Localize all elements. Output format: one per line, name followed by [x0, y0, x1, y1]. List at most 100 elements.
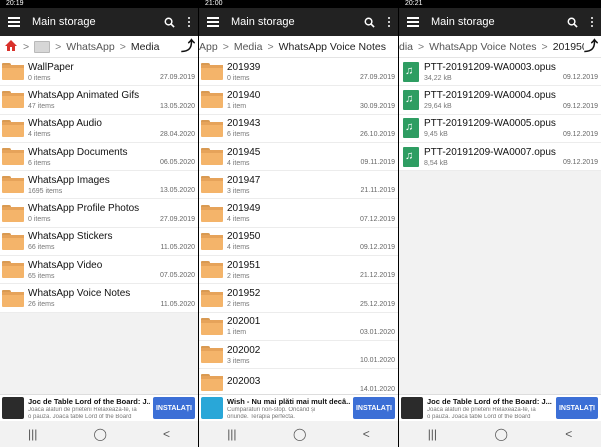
- list-item[interactable]: WhatsApp Video 65 items 07.05.2020: [0, 256, 198, 285]
- file-list: 201939 0 items 27.09.2019 201940 1 item 30.0…: [199, 58, 398, 398]
- item-name: WhatsApp Documents: [28, 146, 128, 158]
- install-button[interactable]: INSTALAȚI: [353, 397, 395, 419]
- toolbar-title: Main storage: [32, 16, 96, 28]
- ad-banner[interactable]: Joc de Table Lord of the Board: J... Joa…: [399, 394, 601, 421]
- breadcrumb-current[interactable]: Media: [131, 41, 160, 53]
- storage-icon[interactable]: [34, 40, 51, 53]
- item-date: 09.12.2019: [562, 130, 598, 138]
- list-item[interactable]: 201940 1 item 30.09.2019: [199, 86, 398, 115]
- breadcrumb-item[interactable]: WhatsApp Voice Notes: [429, 41, 536, 53]
- home-icon[interactable]: [4, 39, 18, 55]
- item-name: 201939: [227, 61, 261, 73]
- folder-icon: [2, 289, 24, 307]
- item-date: 06.05.2020: [159, 159, 195, 167]
- ad-banner[interactable]: Joc de Table Lord of the Board: J... Joa…: [0, 394, 198, 421]
- search-icon[interactable]: [561, 8, 583, 36]
- item-name: WhatsApp Video: [28, 259, 103, 271]
- ad-subtitle: Cumpărături non-stop. Oricând și: [227, 406, 316, 413]
- item-name: 201943: [227, 118, 261, 130]
- status-bar: 21:00: [199, 0, 398, 8]
- status-bar: 20:19: [0, 0, 198, 8]
- item-name: PTT-20191209-WA0003.opus: [424, 61, 556, 73]
- list-item[interactable]: PTT-20191209-WA0003.opus34,22 kB09.12.20…: [399, 58, 601, 87]
- breadcrumb-item[interactable]: App: [199, 41, 218, 53]
- list-item[interactable]: 201947 3 items 21.11.2019: [199, 171, 398, 200]
- back-icon[interactable]: <: [565, 427, 572, 441]
- breadcrumb-current[interactable]: WhatsApp Voice Notes: [279, 41, 386, 53]
- more-vert-icon[interactable]: [583, 8, 601, 36]
- back-icon[interactable]: <: [363, 427, 370, 441]
- back-icon[interactable]: <: [163, 427, 170, 441]
- install-button[interactable]: INSTALAȚI: [153, 397, 195, 419]
- up-arrow-icon[interactable]: ⤴: [584, 39, 598, 55]
- item-date: 09.12.2019: [359, 244, 395, 252]
- status-time: 20:21: [405, 0, 423, 7]
- breadcrumb-item[interactable]: dia: [399, 41, 413, 53]
- menu-icon[interactable]: [0, 8, 28, 36]
- list-item[interactable]: PTT-20191209-WA0004.opus29,64 kB09.12.20…: [399, 86, 601, 115]
- item-name: PTT-20191209-WA0005.opus: [424, 118, 556, 130]
- ad-subtitle: o pauză. Joacă table Lord of the Board: [28, 413, 132, 420]
- list-item[interactable]: WhatsApp Images 1695 items 13.05.2020: [0, 171, 198, 200]
- ad-banner[interactable]: Wish - Nu mai plăti mai mult decâ... Cum…: [199, 394, 398, 421]
- list-item[interactable]: 201952 2 items 25.12.2019: [199, 284, 398, 313]
- recents-icon[interactable]: |||: [428, 427, 437, 441]
- list-item[interactable]: 201939 0 items 27.09.2019: [199, 58, 398, 87]
- folder-icon: [201, 119, 223, 137]
- item-name: WhatsApp Voice Notes: [28, 288, 131, 300]
- toolbar-title: Main storage: [231, 16, 295, 28]
- list-item[interactable]: 202001 1 item 03.01.2020: [199, 313, 398, 341]
- file-list: PTT-20191209-WA0003.opus34,22 kB09.12.20…: [399, 58, 601, 172]
- item-date: 21.11.2019: [360, 187, 395, 195]
- item-name: PTT-20191209-WA0004.opus: [424, 89, 556, 101]
- list-item[interactable]: 201949 4 items 07.12.2019: [199, 199, 398, 228]
- list-item[interactable]: 201951 2 items 21.12.2019: [199, 256, 398, 285]
- more-vert-icon[interactable]: [180, 8, 198, 36]
- more-vert-icon[interactable]: [380, 8, 398, 36]
- home-button-icon[interactable]: ◯: [494, 427, 507, 441]
- ad-title: Joc de Table Lord of the Board: J...: [28, 396, 150, 406]
- recents-icon[interactable]: |||: [227, 427, 236, 441]
- up-arrow-icon[interactable]: ⤴: [181, 39, 195, 55]
- list-item[interactable]: WhatsApp Documents 6 items 06.05.2020: [0, 143, 198, 172]
- search-icon[interactable]: [358, 8, 380, 36]
- list-item[interactable]: WhatsApp Voice Notes 26 items 11.05.2020: [0, 284, 198, 313]
- item-date: 11.05.2020: [160, 244, 195, 252]
- list-item[interactable]: WallPaper 0 items 27.09.2019: [0, 58, 198, 87]
- item-date: 10.01.2020: [359, 357, 395, 365]
- menu-icon[interactable]: [399, 8, 427, 36]
- list-item[interactable]: WhatsApp Profile Photos 0 items 27.09.2019: [0, 199, 198, 228]
- list-item[interactable]: PTT-20191209-WA0007.opus8,54 kB09.12.201…: [399, 143, 601, 172]
- folder-icon: [201, 148, 223, 166]
- install-button[interactable]: INSTALAȚI: [556, 397, 598, 419]
- recents-icon[interactable]: |||: [28, 427, 37, 441]
- list-item[interactable]: 201945 4 items 09.11.2019: [199, 143, 398, 172]
- menu-icon[interactable]: [199, 8, 227, 36]
- item-date: 30.09.2019: [359, 102, 395, 110]
- breadcrumb-item[interactable]: WhatsApp: [66, 41, 114, 53]
- list-item[interactable]: WhatsApp Animated Gifs 47 items 13.05.2020: [0, 86, 198, 115]
- home-button-icon[interactable]: ◯: [293, 427, 306, 441]
- item-date: 28.04.2020: [159, 130, 195, 138]
- list-item[interactable]: 201943 6 items 26.10.2019: [199, 115, 398, 143]
- list-item[interactable]: WhatsApp Stickers 66 items 11.05.2020: [0, 228, 198, 257]
- folder-icon: [2, 119, 24, 137]
- item-name: 201945: [227, 146, 261, 158]
- breadcrumb: dia > WhatsApp Voice Notes > 201950 ⤴: [399, 36, 601, 58]
- search-icon[interactable]: [158, 8, 180, 36]
- folder-icon: [201, 374, 223, 392]
- ad-image: [401, 397, 423, 419]
- system-nav-bar: ||| ◯ <: [199, 421, 398, 447]
- list-item[interactable]: WhatsApp Audio 4 items 28.04.2020: [0, 115, 198, 143]
- folder-icon: [201, 261, 223, 279]
- list-item[interactable]: 201950 4 items 09.12.2019: [199, 228, 398, 257]
- folder-icon: [201, 63, 223, 81]
- item-name: 202001: [227, 316, 261, 328]
- status-bar: 20:21: [399, 0, 601, 8]
- list-item[interactable]: PTT-20191209-WA0005.opus9,45 kB09.12.201…: [399, 115, 601, 143]
- home-button-icon[interactable]: ◯: [93, 427, 106, 441]
- toolbar: Main storage: [199, 8, 398, 36]
- breadcrumb-item[interactable]: Media: [234, 41, 263, 53]
- breadcrumb-current[interactable]: 201950: [553, 41, 588, 53]
- list-item[interactable]: 202002 3 items 10.01.2020: [199, 341, 398, 370]
